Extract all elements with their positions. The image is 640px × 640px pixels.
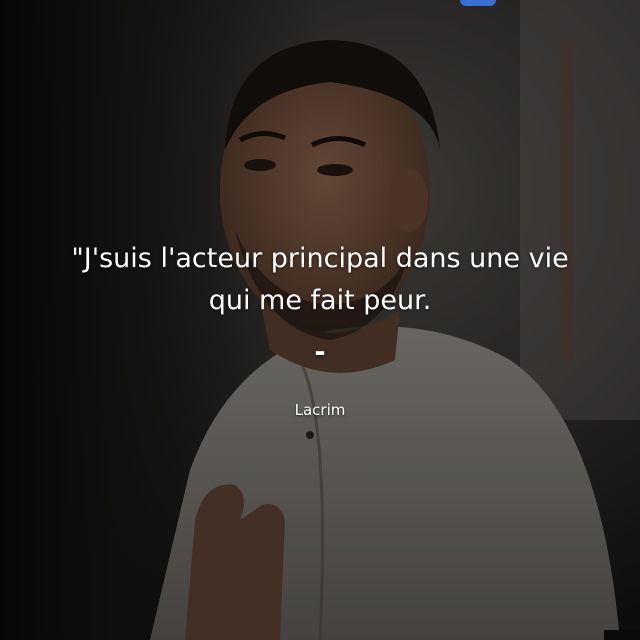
quote-line-1: "J'suis l'acteur principal dans une vie xyxy=(71,243,569,274)
quote-text: "J'suis l'acteur principal dans une vie … xyxy=(20,238,620,322)
quote-author: Lacrim xyxy=(294,401,346,419)
top-blue-badge-icon xyxy=(460,0,496,6)
quote-separator: - xyxy=(314,337,326,368)
quote-line-2: qui me fait peur. xyxy=(208,285,432,316)
quote-image: "J'suis l'acteur principal dans une vie … xyxy=(0,0,640,640)
corner-logo-icon xyxy=(604,630,640,640)
